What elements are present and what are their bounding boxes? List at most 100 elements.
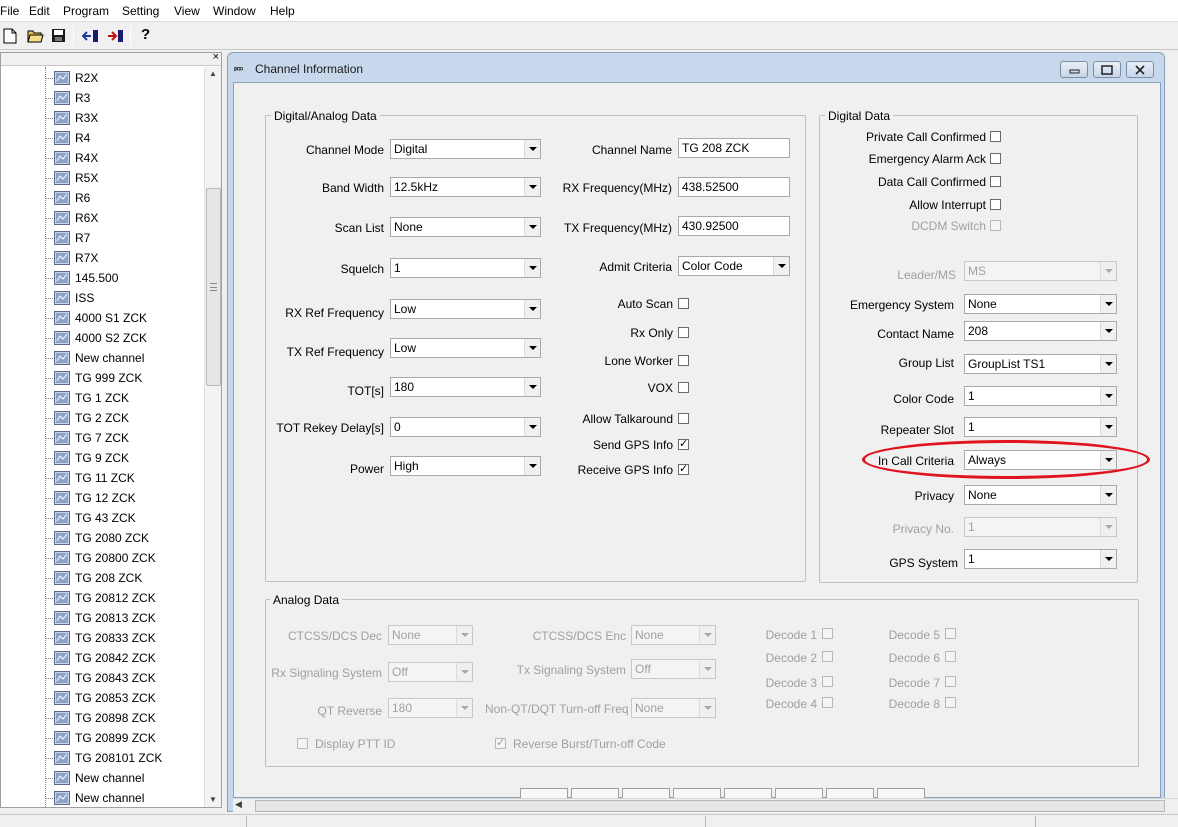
chevron-down-icon[interactable] [524,178,540,196]
tree-item[interactable]: R6X [45,209,205,227]
tree-item[interactable]: New channel [45,769,205,787]
contact-name-select[interactable]: 208 [964,321,1117,341]
group-list-select[interactable]: GroupList TS1 [964,354,1117,374]
chevron-down-icon[interactable] [524,418,540,436]
tree-item[interactable]: TG 20812 ZCK [45,589,205,607]
tree-item[interactable]: R5X [45,169,205,187]
save-button[interactable] [48,25,70,47]
scroll-left-arrow-icon[interactable]: ◀ [235,799,242,810]
chevron-down-icon[interactable] [1100,355,1116,373]
tree-item[interactable]: 4000 S1 ZCK [45,309,205,327]
tree-item[interactable]: R7 [45,229,205,247]
menu-view[interactable]: View [174,4,200,18]
tx-ref-frequency-select[interactable]: Low [390,338,541,358]
read-from-radio-button[interactable] [79,25,101,47]
tree-item[interactable]: New channel [45,349,205,367]
tot-rekey-delay-select[interactable]: 0 [390,417,541,437]
tree-item[interactable]: TG 20899 ZCK [45,729,205,747]
tree-item[interactable]: TG 20833 ZCK [45,629,205,647]
tree-item[interactable]: TG 20853 ZCK [45,689,205,707]
admit-criteria-select[interactable]: Color Code [678,256,790,276]
color-code-select[interactable]: 1 [964,386,1117,406]
tree-item[interactable]: R4 [45,129,205,147]
receive-gps-info-checkbox[interactable]: ✓ [678,463,689,475]
chevron-down-icon[interactable] [1100,387,1116,405]
chevron-down-icon[interactable] [1100,295,1116,313]
channel-name-input[interactable]: TG 208 ZCK [678,138,790,158]
minimize-button[interactable] [1060,61,1088,78]
emergency-alarm-ack-checkbox[interactable] [990,153,1001,164]
tree-item[interactable]: TG 20813 ZCK [45,609,205,627]
tree-item[interactable]: R6 [45,189,205,207]
scan-list-select[interactable]: None [390,217,541,237]
tree-item[interactable]: TG 20800 ZCK [45,549,205,567]
open-button[interactable] [24,25,46,47]
gps-system-select[interactable]: 1 [964,549,1117,569]
tree-item[interactable]: TG 20842 ZCK [45,649,205,667]
tree-item[interactable]: R3X [45,109,205,127]
tree-item[interactable]: R4X [45,149,205,167]
horizontal-scrollbar-thumb[interactable] [255,800,1165,812]
chevron-down-icon[interactable] [1100,418,1116,436]
tree-item[interactable]: TG 2 ZCK [45,409,205,427]
menu-edit[interactable]: Edit [29,4,50,18]
chevron-down-icon[interactable] [524,218,540,236]
scroll-down-arrow-icon[interactable]: ▼ [209,795,217,804]
new-file-button[interactable] [0,25,22,47]
send-gps-info-checkbox[interactable]: ✓ [678,438,689,450]
band-width-select[interactable]: 12.5kHz [390,177,541,197]
menu-setting[interactable]: Setting [122,4,159,18]
chevron-down-icon[interactable] [524,259,540,277]
menu-file[interactable]: File [0,4,19,18]
tree-item[interactable]: TG 208101 ZCK [45,749,205,767]
chevron-down-icon[interactable] [524,140,540,158]
tree-item[interactable]: TG 20843 ZCK [45,669,205,687]
chevron-down-icon[interactable] [1100,486,1116,504]
restore-button[interactable] [1093,61,1121,78]
tree-item[interactable]: R2X [45,69,205,87]
scroll-up-arrow-icon[interactable]: ▲ [209,69,217,78]
chevron-down-icon[interactable] [524,300,540,318]
chevron-down-icon[interactable] [773,257,789,275]
close-window-button[interactable] [1126,61,1154,78]
rx-only-checkbox[interactable] [678,327,689,338]
menu-help[interactable]: Help [270,4,295,18]
rx-frequency-input[interactable]: 438.52500 [678,177,790,197]
tree-item[interactable]: 145.500 [45,269,205,287]
menu-program[interactable]: Program [63,4,109,18]
allow-talkaround-checkbox[interactable] [678,413,689,424]
lone-worker-checkbox[interactable] [678,355,689,366]
tree-item[interactable]: TG 20898 ZCK [45,709,205,727]
tree-item[interactable]: TG 12 ZCK [45,489,205,507]
data-call-confirmed-checkbox[interactable] [990,176,1001,187]
auto-scan-checkbox[interactable] [678,298,689,309]
chevron-down-icon[interactable] [524,378,540,396]
horizontal-scrollbar[interactable]: ◀ [233,798,1178,812]
privacy-select[interactable]: None [964,485,1117,505]
chevron-down-icon[interactable] [1100,550,1116,568]
power-select[interactable]: High [390,456,541,476]
tree-item[interactable]: R7X [45,249,205,267]
tree-item[interactable]: TG 999 ZCK [45,369,205,387]
rx-ref-frequency-select[interactable]: Low [390,299,541,319]
tree-item[interactable]: ISS [45,289,205,307]
write-to-radio-button[interactable] [104,25,126,47]
tree-item[interactable]: TG 2080 ZCK [45,529,205,547]
tree-item[interactable]: TG 11 ZCK [45,469,205,487]
allow-interrupt-checkbox[interactable] [990,199,1001,210]
tx-frequency-input[interactable]: 430.92500 [678,216,790,236]
tree-item[interactable]: TG 1 ZCK [45,389,205,407]
tot-select[interactable]: 180 [390,377,541,397]
vox-checkbox[interactable] [678,382,689,393]
tree-vertical-scrollbar[interactable]: ▲ ▼ [204,67,221,807]
tree-item[interactable]: TG 9 ZCK [45,449,205,467]
squelch-select[interactable]: 1 [390,258,541,278]
channel-mode-select[interactable]: Digital [390,139,541,159]
tree-item[interactable]: New channel [45,789,205,807]
help-button[interactable]: ? [135,25,157,47]
tree-item[interactable]: 4000 S2 ZCK [45,329,205,347]
chevron-down-icon[interactable] [524,339,540,357]
tree-item[interactable]: TG 7 ZCK [45,429,205,447]
repeater-slot-select[interactable]: 1 [964,417,1117,437]
tree-item[interactable]: TG 208 ZCK [45,569,205,587]
